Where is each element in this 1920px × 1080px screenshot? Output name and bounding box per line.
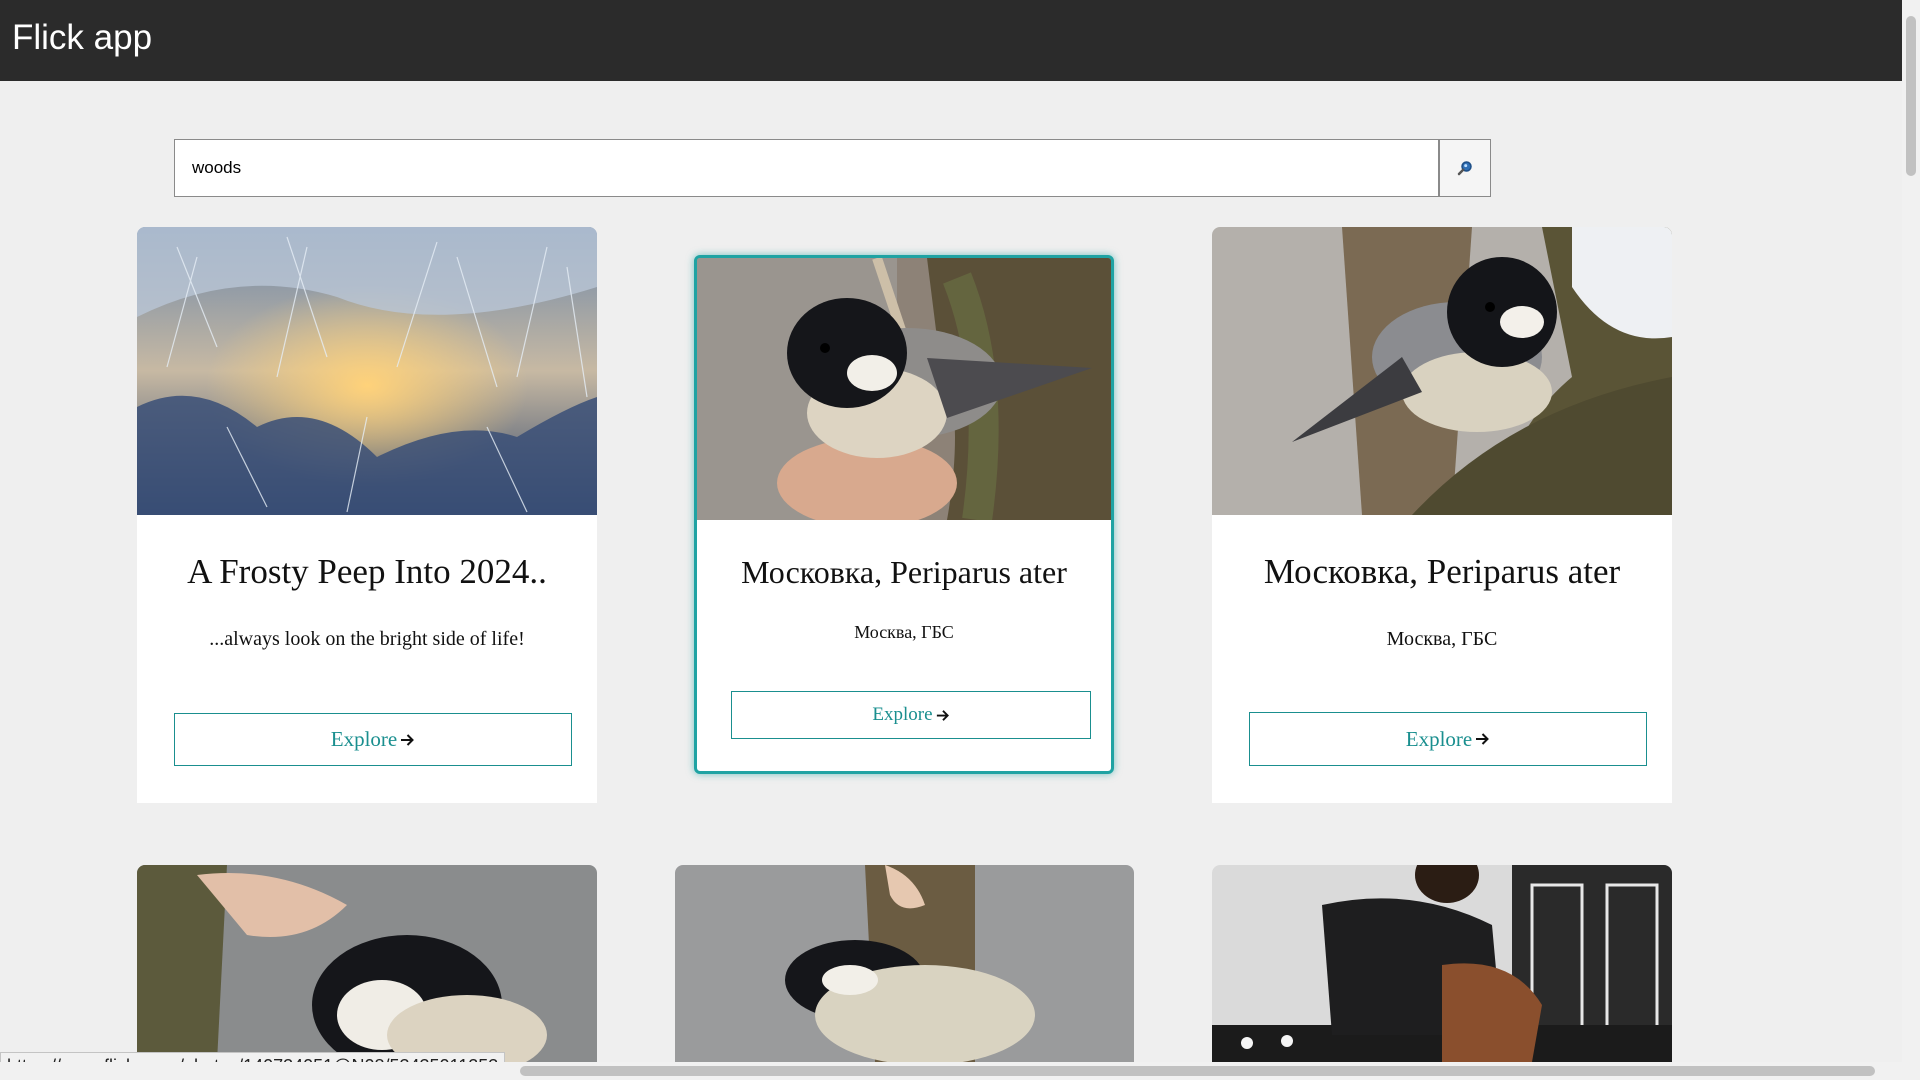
photo-card-focused: Московка, Periparus ater Москва, ГБС Exp… bbox=[694, 255, 1114, 774]
explore-button[interactable]: Explore bbox=[731, 691, 1091, 739]
horizontal-scrollbar[interactable] bbox=[0, 1062, 1902, 1080]
card-image[interactable] bbox=[1212, 227, 1672, 515]
card-title: Московка, Periparus ater bbox=[741, 554, 1067, 590]
photo-card bbox=[137, 865, 597, 1062]
photo-card: A Frosty Peep Into 2024.. ...always look… bbox=[137, 227, 597, 803]
card-image[interactable] bbox=[137, 865, 597, 1062]
search-icon bbox=[1457, 161, 1472, 176]
explore-label: Explore bbox=[872, 704, 933, 725]
card-image[interactable] bbox=[675, 865, 1134, 1062]
scrollbar-thumb[interactable] bbox=[1906, 16, 1916, 176]
vertical-scrollbar[interactable] bbox=[1902, 0, 1920, 1080]
arrow-right-icon bbox=[1476, 733, 1490, 745]
app-title[interactable]: Flick app bbox=[12, 18, 152, 58]
explore-button[interactable]: Explore bbox=[174, 713, 572, 766]
navbar: Flick app bbox=[0, 0, 1902, 81]
photo-card bbox=[675, 865, 1134, 1062]
card-title: A Frosty Peep Into 2024.. bbox=[187, 552, 547, 591]
search-button[interactable] bbox=[1439, 139, 1491, 197]
card-title: Московка, Periparus ater bbox=[1263, 552, 1621, 591]
arrow-right-icon bbox=[936, 709, 949, 721]
card-image[interactable] bbox=[697, 258, 1111, 520]
arrow-right-icon bbox=[401, 733, 415, 746]
explore-button[interactable]: Explore bbox=[1249, 712, 1647, 766]
card-description: Москва, ГБС bbox=[854, 622, 954, 642]
card-description: Москва, ГБС bbox=[1386, 628, 1498, 650]
card-image[interactable] bbox=[137, 227, 597, 515]
scrollbar-thumb[interactable] bbox=[520, 1066, 1875, 1076]
photo-card bbox=[1212, 865, 1672, 1062]
card-description: ...always look on the bright side of lif… bbox=[209, 628, 525, 650]
search-input[interactable] bbox=[174, 139, 1439, 197]
explore-label: Explore bbox=[1405, 726, 1473, 751]
card-image[interactable] bbox=[1212, 865, 1672, 1062]
explore-label: Explore bbox=[330, 727, 398, 751]
photo-card: Московка, Periparus ater Москва, ГБС Exp… bbox=[1212, 227, 1672, 803]
